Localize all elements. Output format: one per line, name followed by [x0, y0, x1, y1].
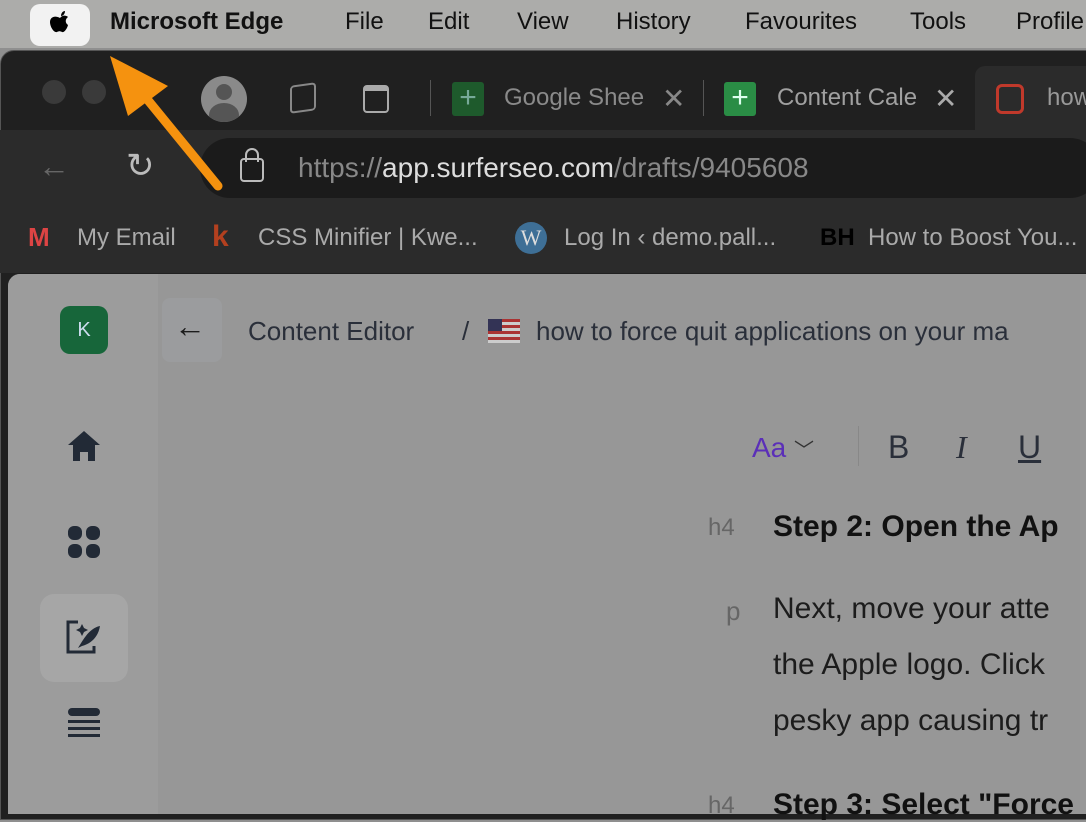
annotation-arrow: [110, 56, 223, 191]
